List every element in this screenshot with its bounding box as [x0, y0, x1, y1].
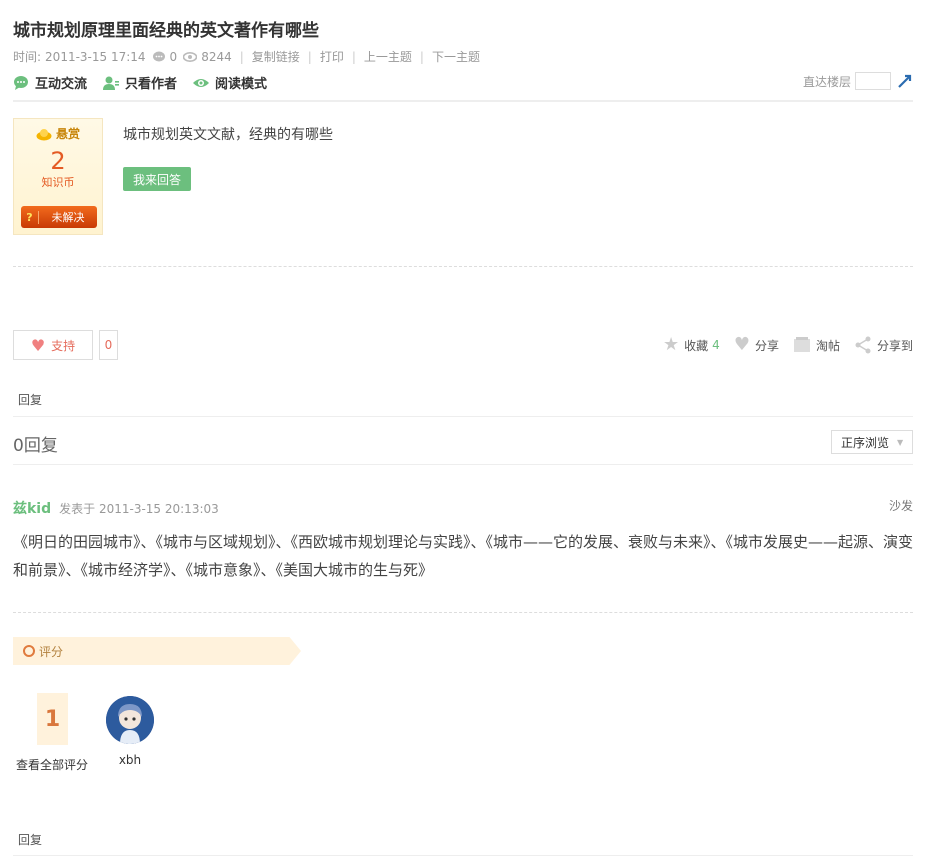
question-mark-icon: ? — [21, 210, 39, 224]
share-label: 分享 — [754, 338, 779, 353]
print-link[interactable]: 打印 — [320, 48, 344, 65]
post-author-name[interactable]: 兹kid — [13, 498, 51, 518]
sort-order-select[interactable]: 正序浏览 ▼ — [831, 430, 913, 454]
favorite-label: 收藏 — [684, 338, 709, 353]
post-actions: ★ 收藏 4 ♥ 分享 淘帖 分享到 — [649, 336, 913, 354]
replies-count-heading: 0回复 — [13, 436, 58, 456]
time-label: 时间: — [13, 50, 42, 64]
heart-outline-icon: ♥ — [733, 334, 750, 355]
jump-label: 直达楼层 — [802, 74, 851, 89]
rater-name[interactable]: xbh — [110, 753, 150, 767]
prev-thread-link[interactable]: 上一主题 — [364, 48, 412, 65]
post-body: 《明日的田园城市》、《城市与区域规划》、《西欧城市规划理论与实践》、《城市——它… — [13, 533, 914, 579]
post-author-line: 兹kid 发表于 2011-3-15 20:13:03 — [13, 498, 219, 518]
reward-label: 悬赏 — [55, 127, 80, 141]
floor-jump: 直达楼层 — [803, 72, 913, 90]
rating-score: 1 — [37, 693, 68, 745]
next-thread-link[interactable]: 下一主题 — [432, 48, 480, 65]
view-all-ratings-link[interactable]: 查看全部评分 — [16, 756, 88, 773]
rating-label: 评分 — [39, 644, 64, 659]
person-icon — [103, 76, 120, 90]
support-label: 支持 — [51, 338, 76, 353]
post-timestamp: 发表于 2011-3-15 20:13:03 — [59, 502, 219, 516]
thread-title: 城市规划原理里面经典的英文著作有哪些 — [13, 21, 319, 41]
answer-button[interactable]: 我来回答 — [123, 167, 191, 191]
rater-avatar[interactable] — [106, 696, 154, 744]
reply-link-bottom[interactable]: 回复 — [18, 831, 42, 848]
time-value: 2011-3-15 17:14 — [45, 49, 146, 64]
reward-unit: 知识币 — [41, 176, 75, 189]
thread-meta: 时间: 2011-3-15 17:14 0 8244 | 复制链接 | 打印 |… — [13, 48, 480, 65]
view-eye-icon — [183, 51, 198, 62]
replies-header-divider — [13, 464, 913, 465]
favorite-count: 4 — [712, 338, 720, 352]
reward-box: 悬赏 2 知识币 ? 未解决 — [13, 118, 103, 235]
author-only-label: 只看作者 — [125, 77, 178, 92]
question-text: 城市规划英文文献，经典的有哪些 — [123, 127, 333, 143]
header-divider — [13, 100, 913, 102]
reply-count-meta: 0 — [169, 49, 178, 64]
reward-header: 悬赏 — [14, 125, 102, 142]
favorite-button[interactable]: ★ 收藏 4 — [663, 336, 720, 354]
post-floor[interactable]: 沙发 — [889, 497, 913, 514]
interact-button[interactable]: 互动交流 — [13, 73, 87, 92]
eye-icon — [193, 78, 210, 87]
interact-label: 互动交流 — [35, 77, 88, 92]
reward-status-badge: ? 未解决 — [21, 206, 97, 228]
author-only-button[interactable]: 只看作者 — [103, 73, 177, 92]
read-mode-label: 阅读模式 — [215, 77, 268, 92]
reply-divider-top — [13, 416, 913, 417]
reward-status: 未解决 — [51, 211, 85, 224]
share-to-button[interactable]: 分享到 — [854, 336, 913, 354]
sort-label: 正序浏览 — [841, 435, 890, 450]
comment-icon — [152, 51, 165, 61]
avatar-icon — [106, 696, 154, 744]
tao-icon — [793, 337, 810, 352]
tao-label: 淘帖 — [815, 338, 840, 353]
share-icon — [855, 336, 871, 354]
share-button[interactable]: ♥ 分享 — [734, 336, 779, 354]
chat-icon — [14, 75, 28, 90]
support-button[interactable]: ♥ 支持 — [13, 330, 93, 360]
support-count: 0 — [99, 330, 118, 360]
thread-toolbar: 互动交流 只看作者 阅读模式 — [13, 73, 283, 92]
rating-header: 评分 — [13, 637, 301, 665]
tao-button[interactable]: 淘帖 — [793, 336, 840, 354]
read-mode-button[interactable]: 阅读模式 — [193, 73, 267, 92]
share-to-label: 分享到 — [876, 338, 913, 353]
rating-ring-icon — [23, 645, 35, 657]
floor-input[interactable] — [855, 72, 891, 90]
gold-ingot-icon — [36, 128, 52, 140]
copy-link[interactable]: 复制链接 — [252, 48, 300, 65]
view-count: 8244 — [201, 49, 232, 64]
heart-icon: ♥ — [30, 335, 46, 355]
reward-amount: 2 — [50, 147, 66, 175]
question-divider — [13, 266, 913, 267]
jump-arrow-icon[interactable] — [897, 73, 913, 89]
post-divider — [13, 612, 913, 613]
reply-divider-bottom — [13, 855, 913, 856]
chevron-down-icon: ▼ — [897, 437, 904, 447]
reply-link-top[interactable]: 回复 — [18, 391, 42, 408]
star-icon: ★ — [663, 334, 680, 355]
